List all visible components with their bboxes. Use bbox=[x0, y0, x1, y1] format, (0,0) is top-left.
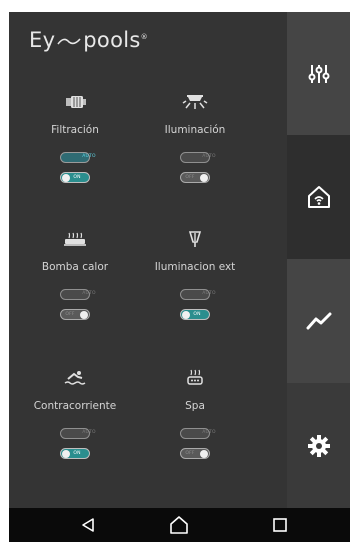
logo-mark: ® bbox=[140, 33, 148, 41]
power-toggle[interactable]: ON bbox=[60, 448, 90, 459]
power-toggle-label: ON bbox=[73, 174, 81, 180]
power-toggle-label: ON bbox=[73, 450, 81, 456]
device-filtracion: Filtración AUTO ON bbox=[16, 90, 134, 183]
device-label: Spa bbox=[185, 400, 205, 412]
device-bomba-calor: Bomba calor AUTO OFF bbox=[16, 227, 134, 320]
back-icon bbox=[82, 518, 94, 532]
light-icon bbox=[136, 90, 254, 114]
auto-toggle-label: AUTO bbox=[202, 291, 216, 296]
sidebar-item-chart[interactable] bbox=[287, 259, 350, 383]
power-toggle[interactable]: OFF bbox=[180, 172, 210, 183]
auto-toggle-label: AUTO bbox=[82, 430, 96, 435]
system-nav-bar bbox=[9, 508, 350, 542]
toggle-knob bbox=[200, 449, 208, 458]
toggle-knob bbox=[200, 173, 208, 182]
auto-toggle-label: AUTO bbox=[82, 154, 96, 159]
home-icon bbox=[170, 516, 188, 534]
auto-toggle[interactable]: AUTO bbox=[180, 152, 216, 163]
sidebar bbox=[287, 12, 350, 508]
logo-suffix: pools bbox=[83, 28, 141, 52]
recents-icon bbox=[273, 518, 287, 532]
app-screen: Ey pools® Filtración AUTO ON Iluminación … bbox=[9, 12, 350, 508]
outdoor-light-icon bbox=[136, 227, 254, 251]
nav-back-button[interactable] bbox=[58, 508, 118, 542]
sidebar-item-settings-sliders[interactable] bbox=[287, 12, 350, 135]
sidebar-item-smart-home[interactable] bbox=[287, 135, 350, 259]
power-toggle[interactable]: ON bbox=[60, 172, 90, 183]
heat-pump-icon bbox=[16, 227, 134, 251]
smart-home-icon bbox=[307, 186, 330, 208]
spa-icon bbox=[136, 366, 254, 390]
device-iluminacion-ext: Iluminacion ext AUTO ON bbox=[136, 227, 254, 320]
device-contracorriente: Contracorriente AUTO ON bbox=[16, 366, 134, 459]
logo-prefix: Ey bbox=[29, 28, 56, 52]
auto-toggle[interactable]: AUTO bbox=[180, 428, 216, 439]
power-toggle[interactable]: OFF bbox=[60, 309, 90, 320]
device-label: Filtración bbox=[51, 124, 99, 136]
pump-icon bbox=[16, 90, 134, 114]
app-logo: Ey pools® bbox=[29, 28, 148, 52]
auto-toggle-label: AUTO bbox=[202, 154, 216, 159]
auto-toggle[interactable]: AUTO bbox=[60, 289, 96, 300]
power-toggle[interactable]: OFF bbox=[180, 448, 210, 459]
auto-toggle-label: AUTO bbox=[82, 291, 96, 296]
power-toggle-label: OFF bbox=[185, 174, 195, 180]
auto-toggle[interactable]: AUTO bbox=[60, 152, 96, 163]
chart-icon bbox=[306, 312, 331, 330]
device-label: Contracorriente bbox=[33, 400, 117, 412]
logo-swoosh-icon bbox=[57, 38, 81, 45]
power-toggle-label: OFF bbox=[65, 311, 75, 317]
power-toggle-label: OFF bbox=[185, 450, 195, 456]
device-spa: Spa AUTO OFF bbox=[136, 366, 254, 459]
auto-toggle-label: AUTO bbox=[202, 430, 216, 435]
nav-recents-button[interactable] bbox=[250, 508, 310, 542]
sliders-icon bbox=[308, 64, 329, 83]
swimmer-icon bbox=[16, 366, 134, 390]
gear-icon bbox=[307, 434, 330, 457]
power-toggle[interactable]: ON bbox=[180, 309, 210, 320]
device-label: Bomba calor bbox=[41, 261, 109, 273]
sidebar-item-gear[interactable] bbox=[287, 383, 350, 508]
toggle-knob bbox=[80, 310, 88, 319]
auto-toggle[interactable]: AUTO bbox=[180, 289, 216, 300]
device-label: Iluminacion ext bbox=[154, 261, 236, 273]
auto-toggle[interactable]: AUTO bbox=[60, 428, 96, 439]
device-label: Iluminación bbox=[164, 124, 226, 136]
power-toggle-label: ON bbox=[193, 311, 201, 317]
nav-home-button[interactable] bbox=[149, 508, 209, 542]
device-iluminacion: Iluminación AUTO OFF bbox=[136, 90, 254, 183]
